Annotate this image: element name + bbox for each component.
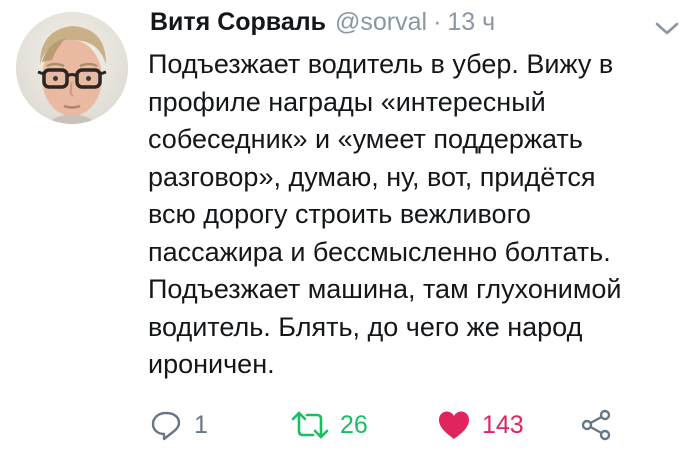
tweet-text-line: профиле награды «интересный (148, 86, 546, 117)
like-count: 143 (482, 410, 524, 439)
tweet-text-line: пассажира и бессмысленно болтать. (148, 236, 611, 267)
tweet-text-line: Подъезжает машина, там глухонимой (148, 274, 622, 304)
author-name[interactable]: Витя Сорваль (150, 8, 326, 37)
chevron-down-icon[interactable] (654, 20, 680, 38)
tweet-text-line: водитель. Блять, до чего же народ (148, 311, 583, 342)
tweet-actions: 1 26 143 (0, 400, 700, 450)
tweet-text-line: собеседник» и «умеет поддержать (148, 124, 583, 154)
avatar[interactable] (16, 12, 128, 124)
retweet-count: 26 (340, 410, 368, 439)
share-icon (581, 409, 611, 441)
tweet-header: Витя Сорваль @sorval · 13 ч (150, 8, 495, 42)
tweet-text-line: всю дорогу строить вежливого (148, 199, 531, 229)
retweet-button[interactable]: 26 (290, 400, 368, 450)
reply-icon (151, 411, 181, 441)
tweet-card: Витя Сорваль @sorval · 13 ч Подъезжает в… (0, 0, 700, 462)
reply-count: 1 (194, 410, 208, 439)
like-button[interactable]: 143 (436, 400, 524, 450)
retweet-icon (291, 411, 329, 439)
share-button[interactable] (579, 400, 613, 450)
avatar-image (16, 12, 128, 124)
heart-icon (439, 411, 469, 439)
tweet-text-line: разговор», думаю, ну, вот, придётся (148, 161, 596, 192)
tweet-text-line: Подъезжает водитель в убер. Вижу в (148, 49, 614, 79)
tweet-timestamp[interactable]: 13 ч (447, 8, 495, 37)
author-handle[interactable]: @sorval (335, 8, 427, 37)
reply-button[interactable]: 1 (148, 400, 208, 450)
tweet-text: Подъезжает водитель в убер. Вижу в профи… (148, 46, 688, 384)
tweet-text-line: ироничен. (148, 349, 275, 379)
separator-dot: · (433, 8, 442, 36)
